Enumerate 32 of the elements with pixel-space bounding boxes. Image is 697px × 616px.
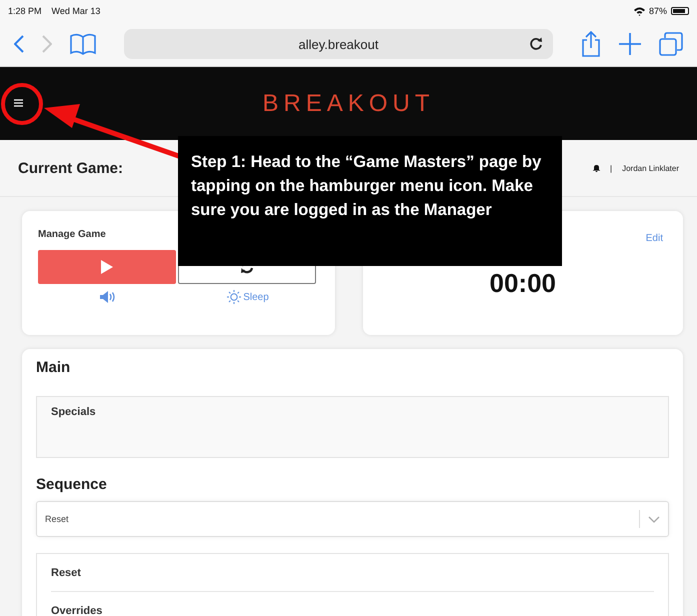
section-title: Main [36, 359, 72, 376]
chevron-down-icon [648, 516, 660, 522]
sequence-select[interactable]: Reset [36, 501, 669, 537]
battery-icon [671, 7, 689, 15]
card-title: Manage Game [38, 229, 107, 240]
current-game-label: Current Game: [18, 160, 124, 176]
status-time: 1:28 PM [8, 6, 42, 16]
play-icon [101, 260, 113, 274]
status-date: Wed Mar 13 [52, 6, 100, 16]
reload-icon[interactable] [529, 37, 543, 51]
specials-title: Specials [51, 406, 96, 418]
timer-display: 00:00 [490, 268, 556, 299]
user-name[interactable]: Jordan Linklater [622, 164, 679, 172]
plus-icon[interactable] [619, 33, 641, 55]
volume-icon[interactable] [100, 291, 116, 303]
share-icon[interactable] [581, 31, 601, 57]
highlight-circle [1, 83, 43, 125]
menu-icon[interactable] [14, 99, 23, 107]
sun-icon [227, 290, 242, 304]
wifi-icon [634, 6, 645, 16]
bookmarks-icon[interactable] [70, 33, 96, 55]
list-item[interactable]: Reset [51, 554, 654, 592]
battery-percent: 87% [648, 6, 667, 16]
separator: | [610, 164, 612, 172]
section-title: Sequence [36, 476, 108, 493]
address-bar[interactable]: alley.breakout [124, 29, 553, 59]
list-item[interactable]: Overrides [51, 592, 654, 616]
bell-icon[interactable] [593, 164, 600, 172]
back-icon[interactable] [14, 35, 24, 53]
tabs-icon[interactable] [659, 32, 683, 56]
instruction-tooltip: Step 1: Head to the “Game Masters” page by tapping on the hamburger menu icon. Make sure you are logged in as the Manager [178, 136, 562, 266]
breakout-logo: BREAKOUT [262, 90, 435, 118]
